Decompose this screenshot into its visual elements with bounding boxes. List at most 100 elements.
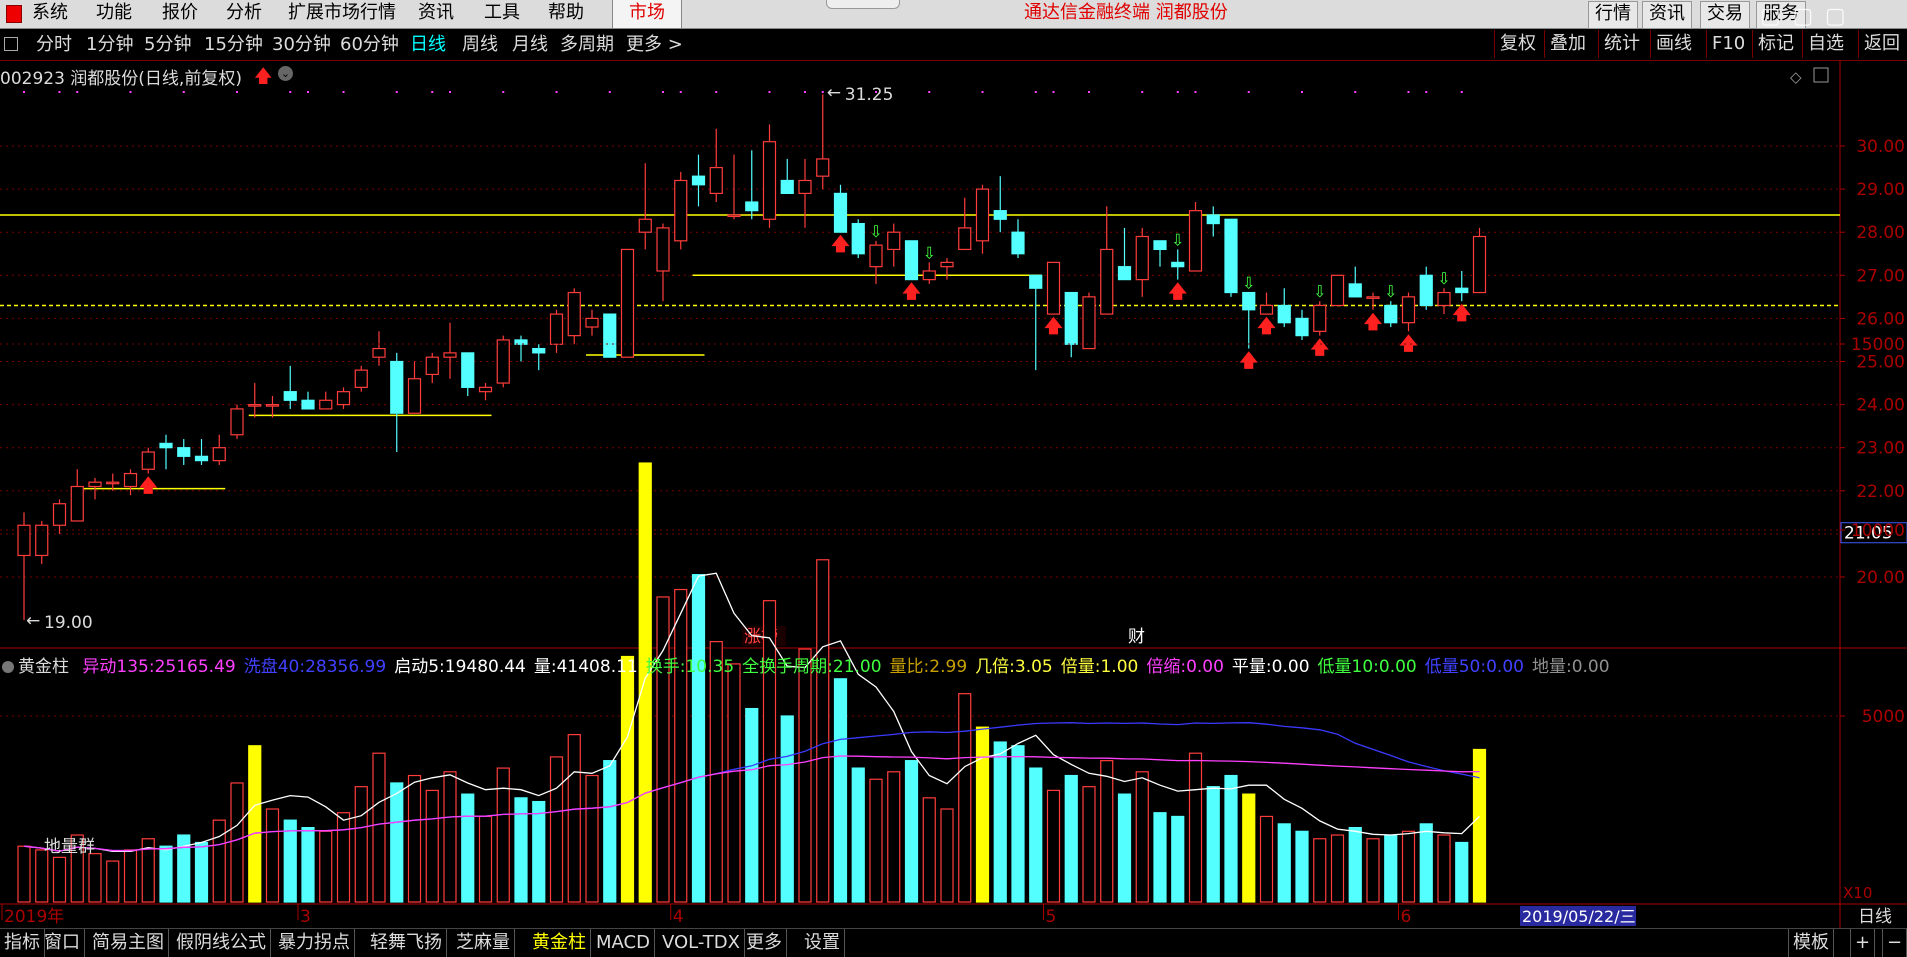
candle-body — [1046, 261, 1061, 315]
volume-bar — [585, 774, 599, 903]
volume-bar — [1313, 838, 1327, 903]
candle — [230, 404, 244, 440]
candle — [1153, 240, 1167, 267]
sell-arrow-icon: ⇩ — [1242, 274, 1255, 293]
buy-arrow-icon: 🡅 — [1310, 338, 1329, 359]
period-label: 日线 — [1858, 907, 1892, 927]
candle — [194, 439, 209, 465]
status-tab-3[interactable]: 假阴线公式 — [172, 929, 271, 957]
diamond-icon: ◇ — [1790, 68, 1802, 86]
chevron-down-icon[interactable]: ⌄ — [278, 66, 293, 81]
period-tab-5[interactable]: 60分钟 — [340, 33, 399, 57]
top-right-button-1[interactable]: 资讯 — [1642, 1, 1692, 29]
period-tab-2[interactable]: 5分钟 — [144, 33, 191, 57]
candle — [798, 158, 812, 228]
menu-item-7[interactable]: 帮助 — [548, 0, 584, 28]
candle — [958, 197, 972, 251]
status-tab-1[interactable]: 窗口 — [40, 929, 85, 957]
indicator-value-0: 异动135:25165.49 — [82, 657, 235, 677]
volume-bar — [940, 808, 954, 903]
menu-item-1[interactable]: 功能 — [96, 0, 132, 28]
candle — [177, 439, 191, 465]
candle — [496, 335, 510, 388]
market-tab[interactable]: 市场 — [612, 0, 682, 29]
toolbar-button-7[interactable]: 返回 — [1858, 30, 1905, 58]
candle — [745, 150, 759, 220]
indicator-value-1: 洗盘40:28356.99 — [244, 657, 386, 677]
volume-bar — [1135, 771, 1149, 903]
menu-item-4[interactable]: 扩展市场行情 — [288, 0, 396, 28]
toolbar-button-2[interactable]: 统计 — [1598, 30, 1645, 58]
status-tab-2[interactable]: 简易主图 — [88, 929, 169, 957]
date-label: 5 — [1046, 907, 1057, 927]
candle-body — [1206, 214, 1220, 225]
menu-item-6[interactable]: 工具 — [484, 0, 520, 28]
period-tab-4[interactable]: 30分钟 — [272, 33, 331, 57]
buy-arrow-icon: 🡅 — [1452, 303, 1471, 324]
indicator-value-label: 地量: — [1531, 657, 1572, 677]
status-right-2[interactable]: − — [1882, 929, 1907, 957]
volume-bar — [1117, 793, 1132, 903]
period-tab-0[interactable]: 分时 — [36, 33, 72, 57]
status-tab-11[interactable]: 设置 — [800, 929, 845, 957]
menu-item-5[interactable]: 资讯 — [418, 0, 454, 28]
toolbar-button-1[interactable]: 叠加 — [1544, 30, 1591, 58]
period-tab-9[interactable]: 多周期 — [560, 33, 614, 57]
center-dropdown[interactable] — [826, 0, 900, 9]
volume-bar — [478, 815, 493, 903]
period-tab-1[interactable]: 1分钟 — [86, 33, 133, 57]
period-tab-6[interactable]: 日线 — [410, 33, 446, 57]
candle-body — [159, 442, 173, 449]
indicator-value-number: 21.00 — [832, 657, 882, 677]
toolbar-button-5[interactable]: 标记 — [1752, 30, 1799, 58]
indicator-value-label: 量: — [533, 657, 557, 677]
status-tab-0[interactable]: 指标 — [0, 929, 45, 957]
menu-item-3[interactable]: 分析 — [226, 0, 262, 28]
candle-body — [194, 455, 209, 462]
period-tab-3[interactable]: 15分钟 — [204, 33, 263, 57]
high-annotation: ← — [827, 83, 841, 103]
status-tab-8[interactable]: MACD — [592, 929, 655, 957]
indicator-menu-icon[interactable] — [2, 661, 14, 673]
buy-arrow-icon: 🡅 — [1044, 316, 1063, 337]
candle-body — [816, 158, 830, 177]
status-right-1[interactable]: + — [1850, 929, 1876, 957]
signal-dot — [715, 91, 718, 93]
volume-bar — [123, 849, 138, 903]
kline-chart[interactable]: 30.0029.0028.0027.0026.0025.0024.0023.00… — [0, 60, 1907, 928]
status-right-0[interactable]: 模板 — [1788, 929, 1834, 957]
panel-toggle-icon[interactable] — [4, 37, 18, 51]
toolbar-button-4[interactable]: F10 — [1706, 30, 1750, 58]
period-tab-7[interactable]: 周线 — [462, 33, 498, 57]
menu-item-2[interactable]: 报价 — [162, 0, 198, 28]
cursor-date-label: 2019/05/22/三 — [1522, 907, 1636, 926]
toolbar-button-6[interactable]: 自选 — [1802, 30, 1849, 58]
menu-item-0[interactable]: 系统 — [32, 0, 68, 28]
candle-body — [958, 227, 972, 251]
volume-bar — [1330, 834, 1345, 903]
status-tab-7[interactable]: 黄金柱 — [528, 929, 591, 957]
period-tab-10[interactable]: 更多 > — [626, 33, 683, 57]
candle — [656, 223, 670, 302]
status-tab-10[interactable]: 更多 — [742, 929, 787, 957]
toolbar-button-3[interactable]: 画线 — [1650, 30, 1697, 58]
indicator-value-number: 10.35 — [685, 657, 735, 677]
candle-body — [1348, 283, 1362, 298]
signal-dot — [289, 91, 292, 93]
period-tab-8[interactable]: 月线 — [512, 33, 548, 57]
layout-icon — [1813, 67, 1829, 83]
candle-body — [1029, 274, 1043, 289]
candle — [620, 248, 635, 358]
window-icon[interactable] — [6, 5, 22, 23]
top-right-button-0[interactable]: 行情 — [1588, 1, 1638, 29]
indicator-value-label: 几倍: — [975, 657, 1015, 677]
signal-dot — [395, 91, 398, 93]
status-tab-6[interactable]: 芝麻量 — [452, 929, 515, 957]
top-right-button-2[interactable]: 交易 — [1700, 1, 1750, 29]
status-tab-5[interactable]: 轻舞飞扬 — [366, 929, 447, 957]
status-tab-9[interactable]: VOL-TDX — [658, 929, 745, 957]
indicator-value-number: 0.00 — [1486, 657, 1524, 677]
status-tab-4[interactable]: 暴力拐点 — [274, 929, 355, 957]
toolbar-button-0[interactable]: 复权 — [1494, 30, 1541, 58]
candle — [1117, 227, 1132, 281]
